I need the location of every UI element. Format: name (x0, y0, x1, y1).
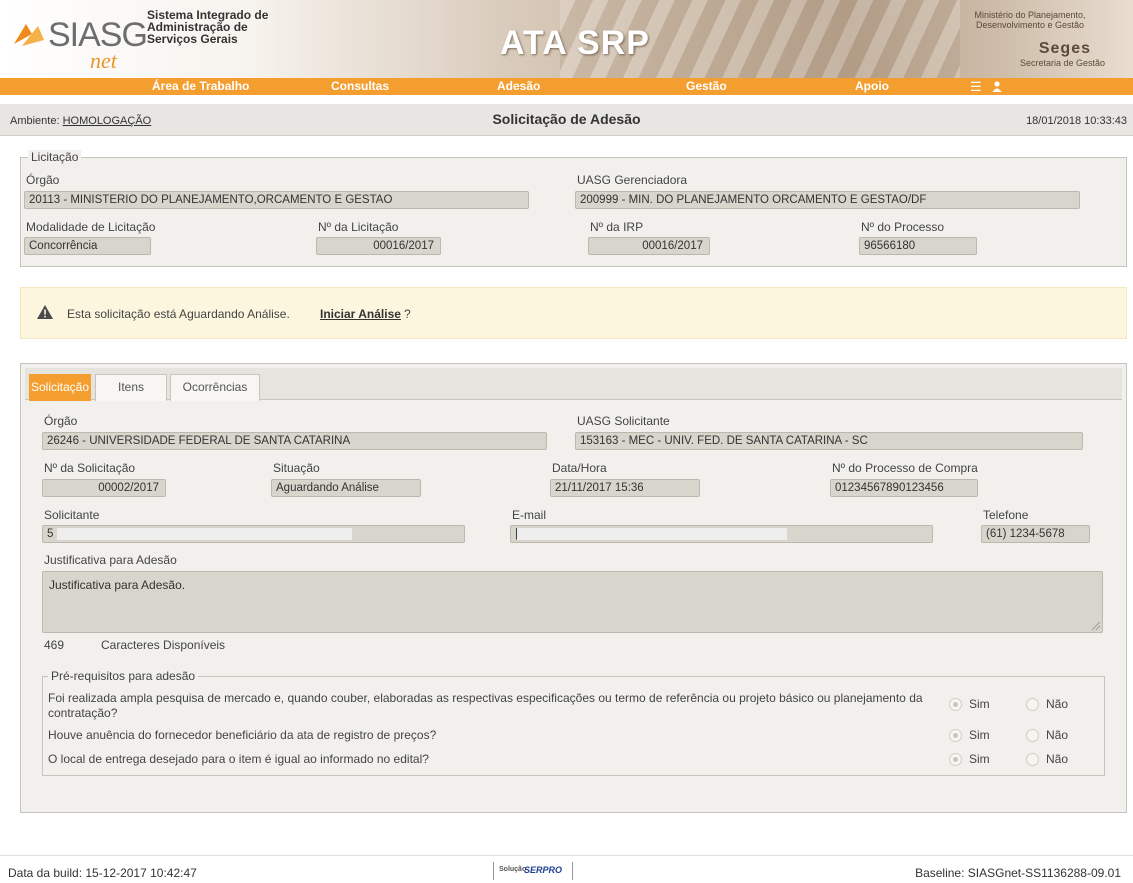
num-solicitacao-field: 00002/2017 (42, 479, 166, 497)
situacao-field: Aguardando Análise (271, 479, 421, 497)
situacao-label: Situação (273, 461, 320, 475)
email-field: | (510, 525, 933, 543)
licitacao-legend: Licitação (28, 150, 82, 164)
redacted-block (57, 528, 352, 540)
seges-subtitle: Secretaria de Gestão (1019, 58, 1105, 68)
num-solicitacao-label: Nº da Solicitação (44, 461, 136, 475)
solic-orgao-label: Órgão (44, 414, 78, 428)
datahora-label: Data/Hora (552, 461, 607, 475)
radio-nao-label: Não (1046, 752, 1069, 766)
radio-sim-label: Sim (969, 697, 990, 711)
solic-orgao-field: 26246 - UNIVERSIDADE FEDERAL DE SANTA CA… (42, 432, 547, 450)
uasg-gerenciadora-field: 200999 - MIN. DO PLANEJAMENTO ORCAMENTO … (575, 191, 1080, 209)
ministry-name: Ministério do Planejamento, Desenvolvime… (955, 10, 1105, 30)
footer: Data da build: 15-12-2017 10:42:47 Soluç… (0, 855, 1133, 883)
modalidade-field: Concorrência (24, 237, 151, 255)
main-nav: Área de Trabalho Consultas Adesão Gestão… (0, 78, 1133, 95)
nav-item-adesao[interactable]: Adesão (497, 79, 540, 93)
solicitante-field: 5 (42, 525, 465, 543)
radio-sim[interactable] (949, 729, 962, 742)
uasg-gerenciadora-label: UASG Gerenciadora (577, 173, 688, 187)
user-icon[interactable] (992, 81, 1002, 92)
uasg-solicitante-label: UASG Solicitante (577, 414, 670, 428)
alert-suffix: ? (404, 307, 411, 321)
status-alert: Esta solicitação está Aguardando Análise… (20, 287, 1127, 339)
nav-item-area-de-trabalho[interactable]: Área de Trabalho (152, 79, 249, 93)
build-date: Data da build: 15-12-2017 10:42:47 (8, 866, 197, 880)
system-name: Sistema Integrado de Administração de Se… (147, 9, 287, 45)
num-licitacao-label: Nº da Licitação (318, 220, 399, 234)
question-text: Houve anuência do fornecedor beneficiári… (48, 728, 437, 742)
hamburger-icon[interactable]: ☰ (970, 79, 982, 95)
nav-item-apoio[interactable]: Apoio (855, 79, 889, 93)
alert-message: Esta solicitação está Aguardando Análise… (67, 307, 290, 321)
solicitante-label: Solicitante (44, 508, 100, 522)
warning-icon (37, 305, 53, 319)
radio-sim-label: Sim (969, 752, 990, 766)
radio-nao[interactable] (1026, 729, 1039, 742)
num-licitacao-field: 00016/2017 (316, 237, 441, 255)
radio-nao-label: Não (1046, 697, 1069, 711)
ministry-line: Desenvolvimento e Gestão (975, 20, 1085, 30)
chars-count: 469 (44, 638, 65, 652)
orgao-field: 20113 - MINISTERIO DO PLANEJAMENTO,ORCAM… (24, 191, 529, 209)
tab-itens[interactable]: Itens (95, 374, 167, 401)
justificativa-text: Justificativa para Adesão. (49, 578, 186, 592)
iniciar-analise-link[interactable]: Iniciar Análise (320, 307, 401, 321)
telefone-label: Telefone (983, 508, 1029, 522)
email-label: E-mail (512, 508, 547, 522)
question-text: contratação? (48, 706, 118, 720)
prerequisitos-legend: Pré-requisitos para adesão (48, 669, 199, 683)
radio-sim-label: Sim (969, 728, 990, 742)
solicitante-value: 5 (47, 528, 54, 540)
num-processo-field: 96566180 (859, 237, 977, 255)
page-title: Solicitação de Adesão (492, 111, 641, 127)
system-name-line: Serviços Gerais (147, 32, 238, 46)
current-datetime: 18/01/2018 10:33:43 (1026, 115, 1127, 127)
question-text: O local de entrega desejado para o item … (48, 752, 429, 766)
chars-label: Caracteres Disponíveis (101, 638, 226, 652)
tab-ocorrencias[interactable]: Ocorrências (170, 374, 260, 401)
num-irp-field: 00016/2017 (588, 237, 710, 255)
baseline-info: Baseline: SIASGnet-SS1136288-09.01 (915, 866, 1121, 880)
environment-bar: Ambiente: HOMOLOGAÇÃO Solicitação de Ade… (0, 104, 1133, 136)
tab-bar: Solicitação Itens Ocorrências (25, 368, 1122, 401)
ministry-line: Ministério do Planejamento, (974, 10, 1086, 20)
radio-sim[interactable] (949, 753, 962, 766)
serpro-label: Solução (499, 866, 527, 873)
logo-sub: net (90, 48, 117, 73)
radio-nao[interactable] (1026, 698, 1039, 711)
orgao-label: Órgão (26, 173, 60, 187)
resize-grip-icon[interactable] (1092, 622, 1100, 630)
telefone-field: (61) 1234-5678 (981, 525, 1090, 543)
radio-nao-label: Não (1046, 728, 1069, 742)
redacted-block (517, 528, 787, 540)
question-text: Foi realizada ampla pesquisa de mercado … (48, 691, 923, 705)
justificativa-textarea[interactable]: Justificativa para Adesão. (42, 571, 1103, 633)
justificativa-label: Justificativa para Adesão (44, 553, 177, 567)
siasg-logo[interactable]: SIASG net (8, 8, 148, 73)
siasg-sun-icon (14, 24, 44, 46)
radio-sim[interactable] (949, 698, 962, 711)
datahora-field: 21/11/2017 15:36 (550, 479, 700, 497)
processo-compra-field: 01234567890123456 (830, 479, 978, 497)
num-irp-label: Nº da IRP (590, 220, 644, 234)
serpro-logo: Solução SERPRO (493, 862, 573, 880)
nav-item-gestao[interactable]: Gestão (686, 79, 727, 93)
radio-nao[interactable] (1026, 753, 1039, 766)
tab-solicitacao[interactable]: Solicitação (29, 374, 91, 401)
num-processo-label: Nº do Processo (861, 220, 945, 234)
uasg-solicitante-field: 153163 - MEC - UNIV. FED. DE SANTA CATAR… (575, 432, 1083, 450)
seges-logo: Seges (1038, 40, 1091, 57)
nav-item-consultas[interactable]: Consultas (331, 79, 389, 93)
modalidade-label: Modalidade de Licitação (26, 220, 156, 234)
header-banner: SIASG net Sistema Integrado de Administr… (0, 0, 1133, 78)
serpro-name: SERPRO (524, 865, 563, 875)
app-title: ATA SRP (500, 24, 650, 62)
processo-compra-label: Nº do Processo de Compra (832, 461, 978, 475)
